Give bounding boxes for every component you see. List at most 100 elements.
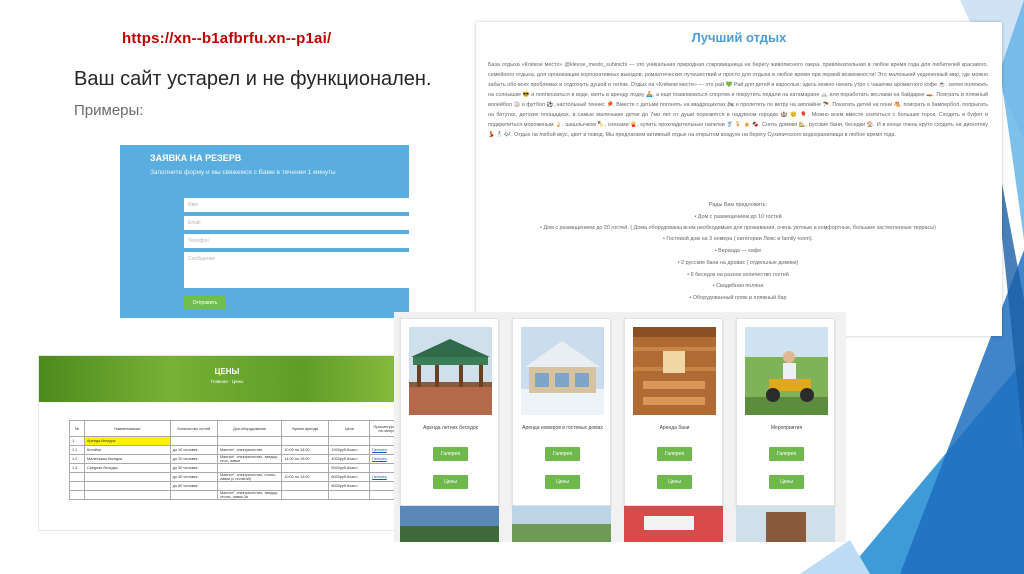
list-item: • 6 беседок на разное количество гостей xyxy=(687,271,789,278)
card-photo-partial xyxy=(736,506,835,542)
table-row: 1 Аренда беседок xyxy=(69,436,409,446)
table-cell xyxy=(281,463,330,473)
prices-table: № Наименование Количество гостей Доп.обо… xyxy=(69,420,409,500)
table-cell: Аренда беседок xyxy=(84,436,171,446)
column-header: Цена xyxy=(328,420,371,437)
column-header: Доп.оборудование xyxy=(216,420,283,437)
prices-button[interactable]: Цены xyxy=(545,475,580,489)
table-cell: 8000руб.8часл xyxy=(328,481,371,491)
table-cell xyxy=(69,481,85,491)
prices-button[interactable]: Цены xyxy=(769,475,804,489)
table-row: 1.3 Средняя беседка до 30 человек 5000ру… xyxy=(69,463,409,473)
subheading: Примеры: xyxy=(74,102,144,119)
guesthouse-photo xyxy=(521,327,604,415)
site-url: https://xn--b1afbrfu.xn--p1ai/ xyxy=(122,30,332,47)
column-header: Время аренды xyxy=(281,420,330,437)
table-cell xyxy=(69,472,85,482)
table-cell xyxy=(84,490,171,500)
table-header-row: № Наименование Количество гостей Доп.обо… xyxy=(69,420,409,437)
table-cell: 1.3 xyxy=(69,463,85,473)
table-cell: Мангал*, электричество xyxy=(216,445,283,455)
offer-list: Рады Вам предложить: • Дом с размещением… xyxy=(488,200,988,305)
service-card: Аренда бани Галерея Цены xyxy=(624,318,723,506)
message-field[interactable]: Сообщение xyxy=(184,252,414,288)
service-card: Аренда номеров в гостевых домах Галерея … xyxy=(512,318,611,506)
table-row: 1.1 Котэйон до 10 человек Мангал*, элект… xyxy=(69,445,409,455)
prices-banner: ЦЕНЫ Главная · Цены xyxy=(39,356,415,402)
prices-button[interactable]: Цены xyxy=(657,475,692,489)
card-caption: Мероприятия xyxy=(770,425,803,431)
table-cell xyxy=(328,490,371,500)
table-cell: 1000руб.8часл xyxy=(328,445,371,455)
column-header: Наименование xyxy=(84,420,171,437)
email-field[interactable]: Email xyxy=(184,216,414,230)
sauna-photo xyxy=(633,327,716,415)
atv-photo xyxy=(745,327,828,415)
card-caption: Аренда номеров в гостевых домах xyxy=(522,425,603,431)
gazebo-photo xyxy=(409,327,492,415)
card-photo-partial xyxy=(512,506,611,542)
breadcrumb: Главная · Цены xyxy=(210,379,244,384)
card-photo-partial xyxy=(400,506,499,542)
slide: https://xn--b1afbrfu.xn--p1ai/ Ваш сайт … xyxy=(0,0,1024,574)
headline: Ваш сайт устарел и не функционален. xyxy=(74,68,432,90)
table-cell: до 40 человек xyxy=(169,472,218,482)
list-item: • Дом с размещением до 10 гостей xyxy=(694,213,782,220)
table-cell xyxy=(216,463,283,473)
table-cell: до 30 человек xyxy=(169,463,218,473)
table-cell: Мангал*, электричество, столы, лавки (с … xyxy=(216,472,283,482)
list-item: • 2 русские бани на дровах ( отдельные д… xyxy=(677,259,799,266)
rest-description: База отдыха «Клёвое место» @klevoe_mesto… xyxy=(488,62,988,138)
column-header: № xyxy=(69,420,85,437)
offer-list-title: Рады Вам предложить: xyxy=(708,202,768,208)
table-cell: 1.2 xyxy=(69,454,85,464)
table-row: Мангал*, электричество, тандыр, столы, л… xyxy=(69,490,409,500)
reservation-form-screenshot: ЗАЯВКА НА РЕЗЕРВ Заполните форму и мы св… xyxy=(120,145,414,318)
table-cell xyxy=(169,490,218,500)
prices-screenshot: ЦЕНЫ Главная · Цены № Наименование Колич… xyxy=(38,355,416,531)
submit-button[interactable]: Отправить xyxy=(184,296,226,310)
gallery-button[interactable]: Галерея xyxy=(433,447,468,461)
table-cell: Средняя беседка xyxy=(84,463,171,473)
name-field[interactable]: Имя xyxy=(184,198,414,212)
table-row: до 80 человек 8000руб.8часл xyxy=(69,481,409,491)
service-cards: Аренда летних беседок Галерея Цены Аренд… xyxy=(394,312,846,542)
table-cell: 4000руб.8часл xyxy=(328,454,371,464)
table-cell: до 80 человек xyxy=(169,481,218,491)
card-caption: Аренда бани xyxy=(659,425,690,431)
table-cell: 1 xyxy=(69,436,85,446)
card-photo-partial xyxy=(624,506,723,542)
table-cell: 10:00 по 14:00 xyxy=(281,445,330,455)
gallery-button[interactable]: Галерея xyxy=(545,447,580,461)
table-row: до 40 человек Мангал*, электричество, ст… xyxy=(69,472,409,482)
prices-button[interactable]: Цены xyxy=(433,475,468,489)
table-cell: 1.1 xyxy=(69,445,85,455)
table-row: 1.2 Маленькая беседка до 20 человек Манг… xyxy=(69,454,409,464)
list-item: • Свадебная поляна xyxy=(712,283,764,290)
list-item: • Дом с размещением до 20 гостей. ( Дома… xyxy=(540,225,936,232)
phone-field[interactable]: Телефон xyxy=(184,234,414,248)
card-caption: Аренда летних беседок xyxy=(423,425,478,431)
service-card: Аренда летних беседок Галерея Цены xyxy=(400,318,499,506)
table-cell xyxy=(281,481,330,491)
gallery-button[interactable]: Галерея xyxy=(769,447,804,461)
table-cell: до 10 человек xyxy=(169,445,218,455)
table-cell xyxy=(84,472,171,482)
best-rest-screenshot: Лучший отдых База отдыха «Клёвое место» … xyxy=(476,22,1002,336)
table-cell: 5000руб.8часл xyxy=(328,463,371,473)
gallery-button[interactable]: Галерея xyxy=(657,447,692,461)
table-cell xyxy=(216,481,283,491)
table-cell: до 20 человек xyxy=(169,454,218,464)
table-cell: 10:00 по 14:00 xyxy=(281,472,330,482)
list-item: • Веранда — кафе xyxy=(714,248,762,255)
table-cell: Мангал*, электричество, тандыр, стол, ла… xyxy=(216,454,283,464)
table-cell xyxy=(69,490,85,500)
table-cell: Мангал*, электричество, тандыр, столы, л… xyxy=(216,490,283,500)
form-subtitle: Заполните форму и мы свяжемся с Вами в т… xyxy=(150,169,336,176)
table-cell: Котэйон xyxy=(84,445,171,455)
form-title: ЗАЯВКА НА РЕЗЕРВ xyxy=(150,153,242,163)
table-cell: 6000руб.8часл xyxy=(328,472,371,482)
table-cell xyxy=(84,481,171,491)
column-header: Количество гостей xyxy=(169,420,218,437)
table-cell: Маленькая беседка xyxy=(84,454,171,464)
